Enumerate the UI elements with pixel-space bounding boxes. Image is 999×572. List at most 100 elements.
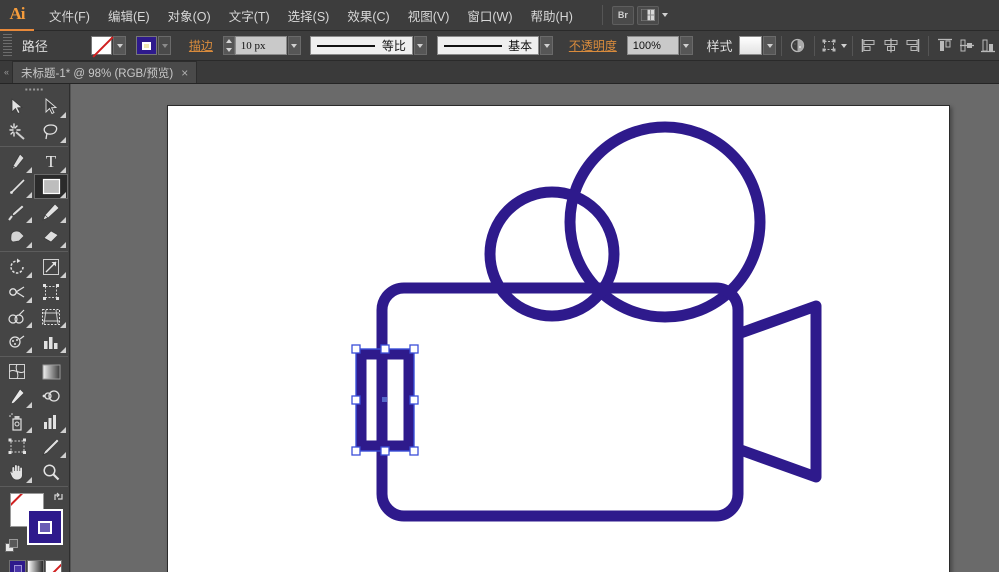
stroke-chevron-down-icon[interactable] (158, 36, 172, 55)
transform-icon[interactable] (820, 35, 842, 56)
symbol-sprayer-tool[interactable] (0, 329, 34, 354)
eyedropper-tool[interactable] (0, 384, 34, 409)
close-icon[interactable]: × (181, 66, 188, 80)
recolor-artwork-icon[interactable] (787, 35, 809, 56)
width-tool[interactable] (0, 279, 34, 304)
tools-panel-grip[interactable]: ▪▪▪▪▪ (0, 84, 69, 94)
menu-type[interactable]: 文字(T) (220, 3, 279, 28)
tab-bar-grip-icon[interactable]: « (0, 60, 12, 83)
tool-flyout-corner-icon[interactable] (60, 452, 66, 458)
menu-object[interactable]: 对象(O) (159, 3, 220, 28)
eraser-tool[interactable] (34, 224, 68, 249)
menu-select[interactable]: 选择(S) (279, 3, 339, 28)
tool-flyout-corner-icon[interactable] (26, 217, 32, 223)
options-bar-grip[interactable] (3, 33, 12, 58)
align-center-horizontal-icon[interactable] (880, 35, 902, 56)
swap-fill-stroke-icon[interactable] (53, 491, 65, 503)
menu-edit[interactable]: 编辑(E) (99, 3, 159, 28)
align-top-icon[interactable] (934, 35, 956, 56)
tool-flyout-corner-icon[interactable] (60, 322, 66, 328)
tool-flyout-corner-icon[interactable] (26, 167, 32, 173)
menu-view[interactable]: 视图(V) (399, 3, 459, 28)
fill-swatch[interactable] (91, 36, 113, 55)
transform-chevron-down-icon[interactable] (841, 43, 848, 48)
stroke-weight-stepper[interactable] (222, 36, 235, 55)
tool-flyout-corner-icon[interactable] (26, 402, 32, 408)
tool-flyout-corner-icon[interactable] (60, 167, 66, 173)
blend-tool[interactable] (34, 384, 68, 409)
column-graph-tool[interactable] (34, 329, 68, 354)
free-transform-tool[interactable] (34, 279, 68, 304)
blob-brush-tool[interactable] (0, 224, 34, 249)
menu-help[interactable]: 帮助(H) (522, 3, 582, 28)
direct-selection-tool[interactable] (34, 94, 68, 119)
mesh-tool[interactable] (0, 359, 34, 384)
lasso-tool[interactable] (34, 119, 68, 144)
gradient-mode-icon[interactable] (27, 560, 44, 572)
line-segment-tool[interactable] (0, 174, 34, 199)
rectangle-tool[interactable] (34, 174, 68, 199)
tool-flyout-corner-icon[interactable] (26, 297, 32, 303)
tool-flyout-corner-icon[interactable] (26, 272, 32, 278)
slice-tool[interactable] (34, 434, 68, 459)
graphic-style-swatch[interactable] (738, 36, 763, 55)
menu-file[interactable]: 文件(F) (40, 3, 99, 28)
selection-tool[interactable] (0, 94, 34, 119)
shape-builder-tool[interactable] (0, 304, 34, 329)
tool-flyout-corner-icon[interactable] (26, 347, 32, 353)
go-to-bridge-icon[interactable]: Br (611, 5, 634, 25)
tool-flyout-corner-icon[interactable] (26, 427, 32, 433)
tool-flyout-corner-icon[interactable] (60, 137, 66, 143)
tool-flyout-corner-icon[interactable] (26, 322, 32, 328)
tool-flyout-corner-icon[interactable] (60, 112, 66, 118)
opacity-input[interactable]: 100% (626, 36, 679, 55)
stroke-weight-input[interactable]: 10 px (234, 36, 287, 55)
fill-swatch-group[interactable] (91, 36, 127, 55)
tool-flyout-corner-icon[interactable] (60, 192, 66, 198)
stroke-color-swatch[interactable] (27, 509, 63, 545)
tool-flyout-corner-icon[interactable] (26, 192, 32, 198)
zoom-tool[interactable] (34, 459, 68, 484)
tool-flyout-corner-icon[interactable] (26, 477, 32, 483)
profile-chevron-down-icon[interactable] (413, 36, 427, 55)
stroke-swatch-group[interactable] (136, 36, 172, 55)
opacity-chevron-down-icon[interactable] (679, 36, 693, 55)
rotate-tool[interactable] (0, 254, 34, 279)
menu-window[interactable]: 窗口(W) (458, 3, 521, 28)
fill-chevron-down-icon[interactable] (113, 36, 127, 55)
none-mode-icon[interactable] (45, 560, 62, 572)
stroke-weight-chevron-down-icon[interactable] (287, 36, 301, 55)
brush-definition-select[interactable]: 基本 (436, 36, 540, 55)
symbol-spray-tool[interactable] (0, 409, 34, 434)
tool-flyout-corner-icon[interactable] (60, 347, 66, 353)
stroke-swatch[interactable] (136, 36, 158, 55)
artboard-tool[interactable] (0, 434, 34, 459)
pencil-tool[interactable] (34, 199, 68, 224)
color-mode-icon[interactable] (9, 560, 26, 572)
type-tool[interactable]: T (34, 149, 68, 174)
align-right-icon[interactable] (901, 35, 923, 56)
perspective-grid-tool[interactable] (34, 304, 68, 329)
hand-tool[interactable] (0, 459, 34, 484)
opacity-label[interactable]: 不透明度 (563, 37, 623, 54)
align-left-icon[interactable] (858, 35, 880, 56)
canvas-area[interactable] (71, 84, 999, 572)
menu-effect[interactable]: 效果(C) (338, 3, 398, 28)
arrange-documents-icon[interactable] (636, 5, 659, 25)
variable-width-profile-select[interactable]: 等比 (310, 36, 413, 55)
artwork-video-camera[interactable] (168, 106, 951, 572)
artboard[interactable] (167, 105, 950, 572)
document-tab[interactable]: 未标题-1* @ 98% (RGB/预览) × (12, 61, 198, 83)
bar-graph-tool[interactable] (34, 409, 68, 434)
arrange-chevron-down-icon[interactable] (661, 13, 668, 17)
tool-flyout-corner-icon[interactable] (60, 217, 66, 223)
tool-flyout-corner-icon[interactable] (60, 427, 66, 433)
tool-flyout-corner-icon[interactable] (26, 242, 32, 248)
align-center-vertical-icon[interactable] (956, 35, 978, 56)
align-bottom-icon[interactable] (977, 35, 999, 56)
style-chevron-down-icon[interactable] (763, 36, 776, 55)
paintbrush-tool[interactable] (0, 199, 34, 224)
default-fill-stroke-icon[interactable] (5, 539, 19, 553)
brush-chevron-down-icon[interactable] (540, 36, 553, 55)
scale-tool[interactable] (34, 254, 68, 279)
